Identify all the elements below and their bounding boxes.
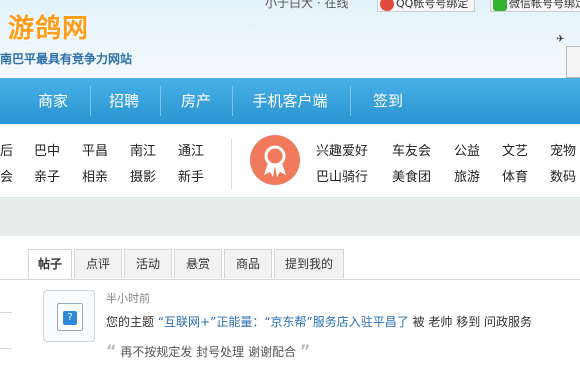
tab-mentions[interactable]: 提到我的: [274, 249, 344, 278]
category-panel: 后 巴中 平昌 南江 通江 会 亲子 相亲 摄影 新手 兴趣爱好 车友会 公益 …: [0, 124, 580, 196]
nav-item-shops[interactable]: 商家: [22, 78, 84, 124]
moderator-note: “ 再不按规定发 封号处理 谢谢配合 ”: [106, 341, 310, 360]
category-link[interactable]: 兴趣爱好: [316, 140, 368, 159]
qq-icon: [380, 0, 394, 11]
category-link[interactable]: 摄影: [130, 166, 156, 185]
category-link[interactable]: 旅游: [454, 166, 480, 185]
wechat-icon: [493, 0, 507, 11]
notice-message: 您的主题 “互联网+”正能量：“京东帮”服务店入驻平昌了 被 老帅 移到 问政服…: [106, 313, 532, 330]
breadcrumb-bar: [0, 197, 580, 236]
category-link[interactable]: 数码: [550, 166, 576, 185]
category-link[interactable]: 文艺: [502, 140, 528, 159]
open-quote-icon: “: [106, 341, 117, 360]
category-link[interactable]: 车友会: [392, 140, 431, 159]
category-link[interactable]: 公益: [454, 140, 480, 159]
notice-prefix: 您的主题: [106, 315, 155, 329]
site-logo[interactable]: 游鸽网: [8, 8, 89, 45]
category-link[interactable]: 宠物: [550, 140, 576, 159]
sidebar-divider: [0, 348, 12, 349]
main-nav: 商家 招聘 房产 手机客户端 签到: [0, 78, 580, 124]
nav-item-jobs[interactable]: 招聘: [96, 78, 152, 124]
wechat-login-label: 微信帐号号绑定: [509, 0, 580, 10]
category-link[interactable]: 巴中: [34, 140, 60, 159]
tab-posts[interactable]: 帖子: [28, 249, 72, 280]
tab-rewards[interactable]: 悬赏: [174, 249, 222, 278]
site-header: 游鸽网 南巴平最具有竞争力网站 小于白大 · 在线 QQ帐号号绑定 微信帐号号绑…: [0, 0, 580, 78]
category-link[interactable]: 南江: [130, 140, 156, 159]
category-link[interactable]: 通江: [178, 140, 204, 159]
top-user-links[interactable]: 小于白大 · 在线: [265, 0, 348, 11]
category-link[interactable]: 体育: [502, 166, 528, 185]
ribbon-badge-icon: [250, 135, 300, 185]
tabs-divider: [0, 279, 580, 280]
nav-divider: [350, 86, 351, 116]
qq-login-button[interactable]: QQ帐号号绑定: [377, 0, 475, 12]
category-link[interactable]: 新手: [178, 166, 204, 185]
notice-time: 半小时前: [106, 292, 150, 305]
nav-item-mobile-client[interactable]: 手机客户端: [240, 78, 340, 124]
nav-item-checkin[interactable]: 签到: [358, 78, 418, 124]
sidebar-divider: [0, 312, 12, 313]
nav-item-realestate[interactable]: 房产: [166, 78, 226, 124]
tab-activities[interactable]: 活动: [124, 249, 172, 278]
category-link[interactable]: 会: [0, 166, 13, 185]
tab-reviews[interactable]: 点评: [74, 249, 122, 278]
category-link[interactable]: 亲子: [34, 166, 60, 185]
nav-divider: [232, 86, 233, 116]
nav-divider: [90, 86, 91, 116]
tab-products[interactable]: 商品: [224, 249, 272, 278]
category-link[interactable]: 美食团: [392, 166, 431, 185]
notice-suffix: 被 老帅 移到 问政服务: [412, 315, 533, 329]
moderator-note-text: 再不按规定发 封号处理 谢谢配合: [120, 345, 296, 359]
system-notice-icon: ?: [43, 290, 95, 342]
category-link[interactable]: 巴山骑行: [316, 166, 368, 185]
nav-divider: [160, 86, 161, 116]
topic-link[interactable]: “互联网+”正能量：“京东帮”服务店入驻平昌了: [158, 315, 409, 329]
category-link[interactable]: 平昌: [82, 140, 108, 159]
close-quote-icon: ”: [299, 341, 311, 360]
category-divider: [231, 138, 232, 190]
wechat-login-button[interactable]: 微信帐号号绑定: [490, 0, 580, 12]
site-slogan: 南巴平最具有竞争力网站: [0, 52, 133, 66]
category-link[interactable]: 相亲: [82, 166, 108, 185]
qq-login-label: QQ帐号号绑定: [396, 0, 469, 10]
scroll-top-button[interactable]: [566, 46, 580, 78]
paper-plane-icon: ✈: [556, 34, 565, 45]
category-link[interactable]: 后: [0, 140, 13, 159]
